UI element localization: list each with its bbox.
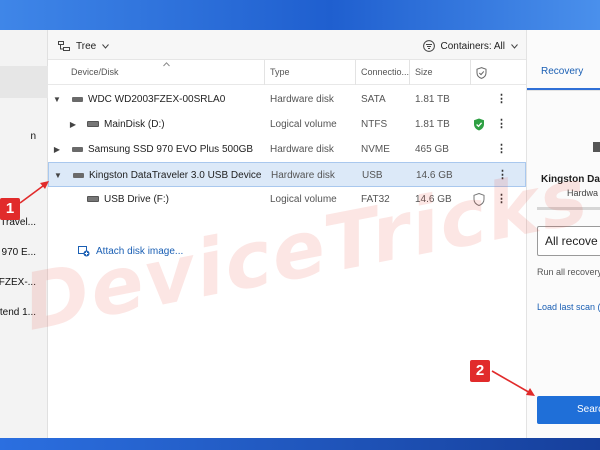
arrow-1-icon: [19, 181, 49, 204]
arrow-2-icon: [491, 370, 535, 396]
annotation-arrows: [19, 181, 535, 396]
